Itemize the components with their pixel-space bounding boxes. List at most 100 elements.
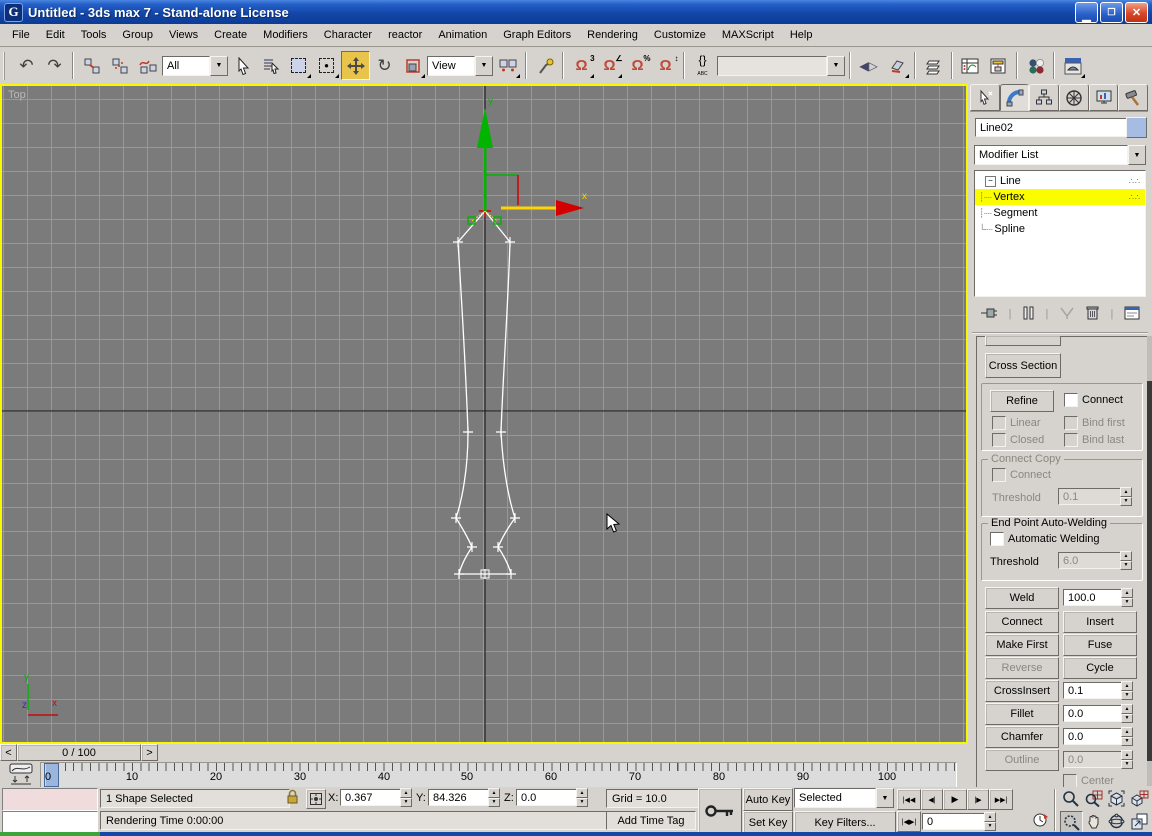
goto-end-button[interactable]: ▶▶| [989,789,1013,810]
time-slider-frame-display[interactable]: 0 / 100 [17,744,141,761]
zoom-all-button[interactable] [1083,788,1104,809]
edit-named-selections-button[interactable]: {} ABC [689,52,716,79]
spinner-snap-button[interactable]: Ω ↕ [652,52,679,79]
pan-button[interactable] [1083,811,1104,832]
named-selection-dropdown[interactable]: ▼ [717,55,845,76]
panel-scrollbar-thumb[interactable] [1147,381,1152,761]
unlink-selection-button[interactable] [106,52,133,79]
undo-button[interactable]: ↶ [13,52,40,79]
align-button[interactable] [883,52,910,79]
menu-help[interactable]: Help [782,25,821,45]
bind-to-space-warp-button[interactable] [134,52,161,79]
key-filter-dropdown[interactable]: Selected ▼ [794,788,894,808]
cross-insert-spinner[interactable]: ▲ ▼ [1121,681,1133,700]
snap-toggle-3d-button[interactable]: Ω3 [568,52,595,79]
chamfer-spinner[interactable]: ▲ ▼ [1121,727,1133,746]
angle-snap-button[interactable]: Ω ∠ [596,52,623,79]
connect-button[interactable]: Connect [985,611,1059,633]
mirror-button[interactable]: ◀▷ [855,52,882,79]
linear-checkbox[interactable]: Linear [992,416,1041,430]
menu-reactor[interactable]: reactor [380,25,430,45]
goto-start-button[interactable]: |◀◀ [897,789,921,810]
time-configuration-button[interactable] [1032,811,1050,832]
move-gizmo[interactable]: y x [477,96,587,216]
connect-checkbox[interactable]: Connect [1064,393,1123,407]
object-name-field[interactable]: Line02 [975,118,1131,137]
weld-threshold-spinner[interactable]: ▲ ▼ [1120,551,1132,570]
z-coordinate-field[interactable]: 0.0 [516,789,582,806]
tab-create[interactable] [970,84,1000,111]
select-and-move-button[interactable] [341,51,370,80]
z-spinner[interactable]: ▲ ▼ [576,788,588,807]
selection-filter-dropdown[interactable]: All ▼ [162,55,228,76]
menu-graph-editors[interactable]: Graph Editors [495,25,579,45]
time-slider-left-button[interactable]: < [0,744,17,761]
select-object-button[interactable] [229,52,256,79]
menu-group[interactable]: Group [114,25,161,45]
tab-display[interactable] [1088,84,1119,111]
listener-resize-grip[interactable] [0,832,100,836]
automatic-welding-checkbox[interactable]: Automatic Welding [990,532,1100,546]
arc-rotate-button[interactable] [1106,811,1127,832]
connect-copy-threshold-field[interactable]: 0.1 [1058,488,1124,505]
min-max-toggle-button[interactable] [1129,811,1150,832]
select-and-scale-button[interactable] [399,52,426,79]
viewport-top[interactable]: Top y x y z x [0,84,968,744]
weld-spinner[interactable]: ▲ ▼ [1121,588,1133,607]
menu-file[interactable]: File [4,25,38,45]
auto-key-button[interactable]: Auto Key [743,788,793,811]
connect-copy-threshold-spinner[interactable]: ▲ ▼ [1120,487,1132,506]
timeline-ruler[interactable]: 0 10 20 30 40 50 60 70 80 90 100 [40,762,957,788]
minimize-button[interactable]: ▁ [1075,1,1098,23]
menu-customize[interactable]: Customize [646,25,714,45]
open-mini-curve-editor-button[interactable] [8,763,34,788]
chamfer-button[interactable]: Chamfer [985,726,1059,748]
tab-modify[interactable] [999,84,1030,111]
key-filters-button[interactable]: Key Filters... [794,811,896,834]
x-coordinate-field[interactable]: 0.367 [340,789,406,806]
restore-button[interactable]: ❐ [1100,1,1123,23]
menu-modifiers[interactable]: Modifiers [255,25,316,45]
cross-insert-button[interactable]: CrossInsert [985,680,1059,702]
menu-edit[interactable]: Edit [38,25,73,45]
zoom-extents-button[interactable] [1106,788,1127,809]
stack-item-spline[interactable]: └···· Spline [975,221,1145,237]
reference-coordinate-dropdown[interactable]: View ▼ [427,55,493,76]
use-center-button[interactable] [494,52,521,79]
maxscript-listener-pane[interactable] [2,811,98,833]
x-spinner[interactable]: ▲ ▼ [400,788,412,807]
maxscript-macro-pane[interactable] [2,788,98,811]
show-end-result-button[interactable] [1022,306,1034,323]
rectangular-selection-region-button[interactable] [285,52,312,79]
closed-checkbox[interactable]: Closed [992,433,1044,447]
zoom-button[interactable] [1060,788,1081,809]
region-zoom-button[interactable] [1060,811,1083,834]
menu-views[interactable]: Views [161,25,206,45]
stack-item-vertex[interactable]: ┊···· Vertex ∴∴ [975,189,1145,205]
menu-tools[interactable]: Tools [73,25,115,45]
layer-manager-button[interactable] [920,52,947,79]
modifier-list-dropdown[interactable]: Modifier List ▼ [974,145,1146,165]
stack-item-line[interactable]: − Line ∴∴ [975,173,1145,189]
cycle-button[interactable]: Cycle [1063,657,1137,679]
y-spinner[interactable]: ▲ ▼ [488,788,500,807]
redo-button[interactable]: ↷ [41,52,68,79]
cross-insert-field[interactable]: 0.1 [1063,682,1127,699]
absolute-offset-toggle-button[interactable] [306,789,326,809]
select-and-rotate-button[interactable]: ↻ [371,52,398,79]
time-slider-channel[interactable] [158,744,968,761]
cross-section-button[interactable]: Cross Section [985,353,1061,378]
play-button[interactable]: ▶ [943,789,967,810]
menu-character[interactable]: Character [316,25,380,45]
fillet-button[interactable]: Fillet [985,703,1059,725]
collapse-icon[interactable]: − [985,175,996,187]
weld-button[interactable]: Weld [985,587,1059,609]
select-and-link-button[interactable] [78,52,105,79]
curve-editor-button[interactable] [957,52,984,79]
insert-button[interactable]: Insert [1063,611,1137,633]
render-scene-button[interactable] [1059,52,1086,79]
close-button[interactable]: ✕ [1125,1,1148,23]
add-time-tag-button[interactable]: Add Time Tag [606,811,696,830]
clipped-rollout-button[interactable] [985,336,1061,346]
gizmo-y-arrow[interactable] [477,108,493,148]
